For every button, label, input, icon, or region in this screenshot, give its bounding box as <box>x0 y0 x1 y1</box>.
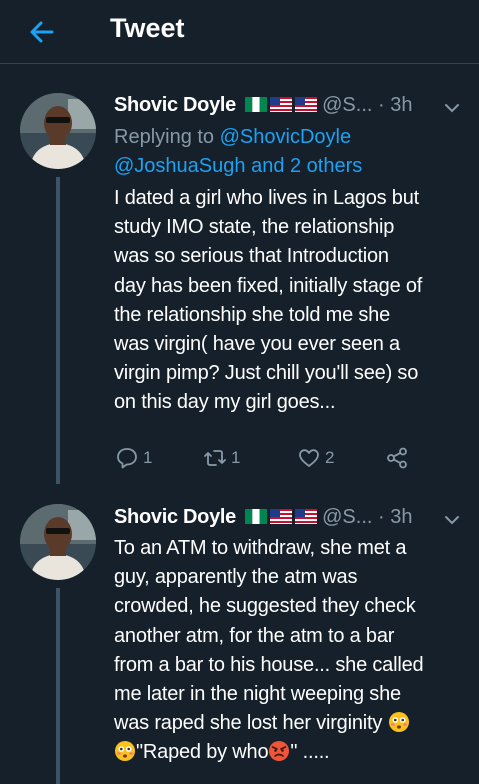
us-flag-icon <box>269 97 292 112</box>
timestamp[interactable]: · 3h <box>378 94 412 116</box>
avatar-photo <box>20 93 96 169</box>
replying-to: Replying to @ShovicDoyle @JoshuaSugh and… <box>114 126 363 177</box>
retweet-icon <box>204 450 226 466</box>
avatar[interactable] <box>20 504 96 580</box>
reply-count: 1 <box>143 448 153 467</box>
tweet-text: To an ATM to withdraw, she met a guy, ap… <box>114 537 424 764</box>
reply-button[interactable]: 1 <box>114 444 152 472</box>
like-button[interactable]: 2 <box>296 444 334 472</box>
user-handle[interactable]: @S... <box>322 506 372 528</box>
share-button[interactable] <box>384 444 410 472</box>
thread-connector <box>56 588 60 784</box>
tweet-header: Shovic Doyle @S... · 3h <box>114 94 412 117</box>
arrow-left-icon <box>30 21 54 43</box>
us-flag-icon <box>269 509 292 524</box>
tweet-text: I dated a girl who lives in Lagos but st… <box>114 187 423 414</box>
tweet-header: Shovic Doyle @S... · 3h <box>114 506 412 529</box>
thread-connector <box>56 177 60 484</box>
retweet-button[interactable]: 1 <box>202 444 240 472</box>
tweet-2[interactable]: Shovic Doyle @S... · 3h To an ATM to wit… <box>0 484 479 784</box>
back-button[interactable] <box>24 14 60 50</box>
chevron-down-icon[interactable] <box>442 510 462 530</box>
user-handle[interactable]: @S... <box>322 94 372 116</box>
angry-face-emoji <box>269 741 290 762</box>
nigeria-flag-icon <box>244 509 267 524</box>
like-count: 2 <box>325 448 335 467</box>
others-link[interactable]: and 2 others <box>246 155 362 177</box>
avatar-photo <box>20 504 96 580</box>
reply-bubble-icon <box>117 448 137 469</box>
chevron-down-icon[interactable] <box>442 98 462 118</box>
retweet-count: 1 <box>231 448 241 467</box>
flushed-face-emoji <box>115 741 135 762</box>
display-name[interactable]: Shovic Doyle <box>114 94 236 116</box>
mention-link[interactable]: @ShovicDoyle <box>220 126 351 148</box>
display-name[interactable]: Shovic Doyle <box>114 506 236 528</box>
us-flag-icon <box>294 97 317 112</box>
top-bar: Tweet <box>0 0 479 64</box>
us-flag-icon <box>294 509 317 524</box>
timestamp[interactable]: · 3h <box>378 506 412 528</box>
page-title: Tweet <box>110 13 185 43</box>
flushed-face-emoji <box>388 712 409 733</box>
share-icon <box>387 447 407 469</box>
heart-icon <box>299 449 319 467</box>
tweet-1[interactable]: Shovic Doyle @S... · 3h Replying to @Sho… <box>0 64 479 484</box>
avatar[interactable] <box>20 93 96 169</box>
mention-link[interactable]: @JoshuaSugh <box>114 155 246 177</box>
nigeria-flag-icon <box>244 97 267 112</box>
tweet-actions: 1 1 2 <box>114 444 454 472</box>
